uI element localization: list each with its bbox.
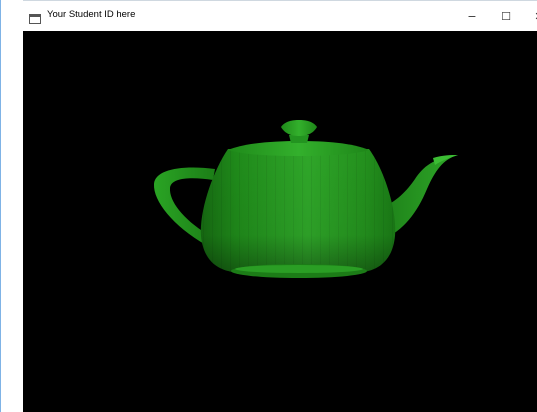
teapot-lid [228, 120, 369, 156]
desktop-strip [1, 0, 23, 412]
maximize-icon: ☐ [501, 10, 511, 23]
close-button[interactable]: ✕ [522, 1, 537, 32]
app-window: Your Student ID here − ☐ ✕ [0, 0, 537, 412]
render-viewport[interactable] [23, 31, 537, 412]
teapot-render [153, 120, 458, 278]
window-title: Your Student ID here [47, 9, 136, 20]
minimize-button[interactable]: − [455, 1, 489, 32]
minimize-icon: − [467, 10, 477, 23]
title-bar[interactable]: Your Student ID here − ☐ ✕ [23, 0, 537, 31]
window-app-icon[interactable] [29, 11, 41, 24]
teapot-body [200, 149, 396, 278]
maximize-button[interactable]: ☐ [489, 1, 523, 32]
